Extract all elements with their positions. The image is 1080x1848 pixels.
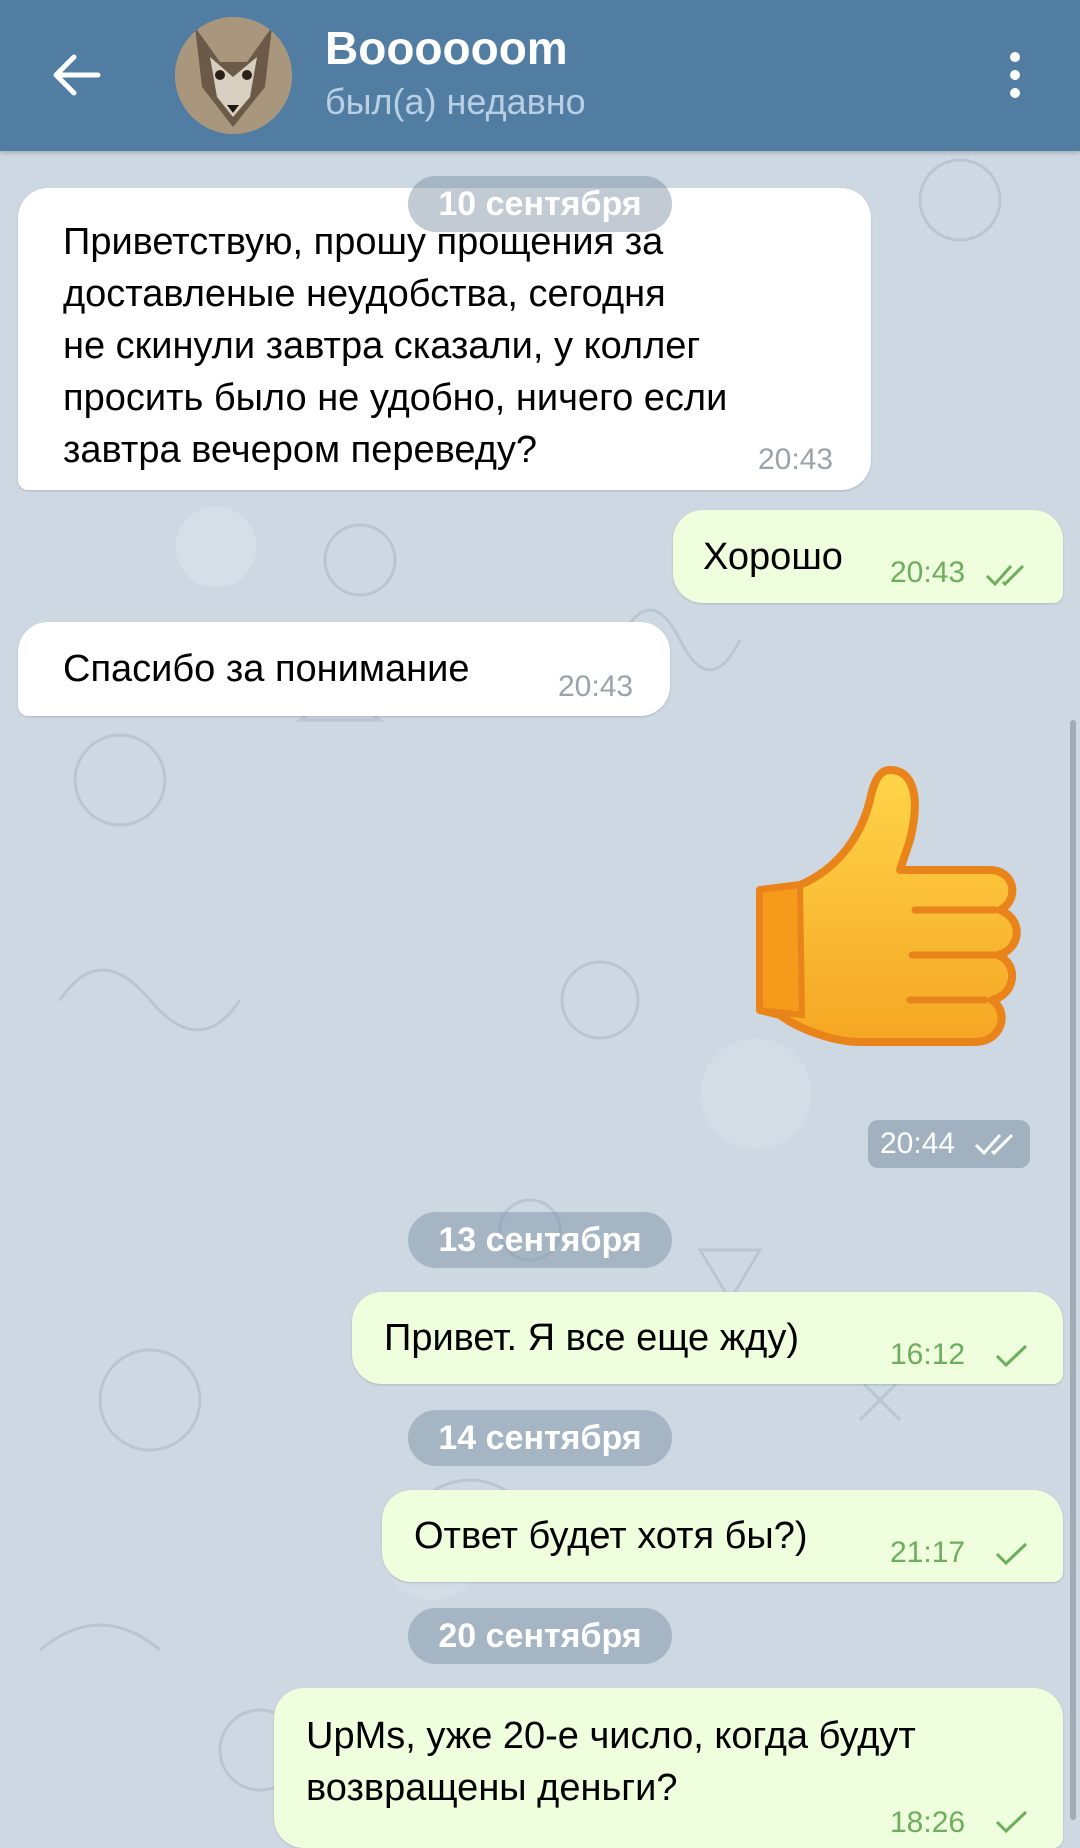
single-check-icon (995, 1542, 1028, 1566)
message-incoming[interactable]: Спасибо за понимание 20:43 (18, 622, 670, 716)
message-outgoing[interactable]: Ответ будет хотя бы?) 21:17 (382, 1490, 1063, 1582)
contact-status: был(а) недавно (325, 81, 586, 122)
message-text-line: не скинули завтра сказали, у коллег (63, 325, 701, 367)
message-text-line: завтра вечером переведу? (63, 429, 537, 471)
message-text-line: возвращены деньги? (306, 1767, 678, 1809)
wolf-avatar-icon (175, 17, 292, 134)
date-separator: 20 сентября (408, 1608, 672, 1664)
message-time: 20:44 (880, 1127, 956, 1160)
message-text-line: просить было не удобно, ничего если (63, 377, 728, 419)
double-check-icon (985, 564, 1025, 587)
contact-name[interactable]: Boooooom (325, 20, 568, 76)
message-time: 20:43 (558, 670, 634, 703)
message-time: 20:43 (758, 443, 834, 476)
message-outgoing[interactable]: Привет. Я все еще жду) 16:12 (352, 1292, 1063, 1384)
message-time: 21:17 (890, 1536, 966, 1569)
message-text: Спасибо за понимание (63, 648, 470, 690)
message-text: Привет. Я все еще жду) (384, 1317, 799, 1359)
single-check-icon (995, 1810, 1028, 1834)
message-time: 16:12 (890, 1338, 966, 1371)
message-outgoing[interactable]: UpMs, уже 20-е число, когда будут возвра… (274, 1688, 1063, 1848)
message-time: 18:26 (890, 1806, 966, 1839)
more-menu-button[interactable] (995, 45, 1035, 105)
message-time: 20:43 (890, 556, 966, 589)
arrow-left-icon (53, 54, 101, 96)
sticker-time-badge: 20:44 (868, 1120, 1030, 1168)
double-check-icon (974, 1133, 1014, 1156)
message-incoming[interactable]: Приветствую, прошу прощения за доставлен… (18, 188, 871, 490)
scrollbar[interactable] (1070, 720, 1076, 1820)
message-text-line: UpMs, уже 20-е число, когда будут (306, 1715, 916, 1757)
message-text: Хорошо (703, 536, 843, 578)
date-separator: 10 сентября (408, 176, 672, 232)
avatar[interactable] (175, 17, 292, 134)
thumbs-up-sticker[interactable] (740, 760, 1040, 1060)
back-button[interactable] (40, 45, 112, 105)
message-text-line: доставленые неудобства, сегодня (63, 273, 666, 315)
date-separator: 14 сентября (408, 1410, 672, 1466)
chat-header: Boooooom был(а) недавно (0, 0, 1080, 151)
single-check-icon (995, 1344, 1028, 1368)
message-text: Ответ будет хотя бы?) (414, 1515, 808, 1557)
date-separator: 13 сентября (408, 1212, 672, 1268)
more-vertical-icon (1010, 52, 1020, 62)
message-outgoing[interactable]: Хорошо 20:43 (673, 510, 1063, 603)
